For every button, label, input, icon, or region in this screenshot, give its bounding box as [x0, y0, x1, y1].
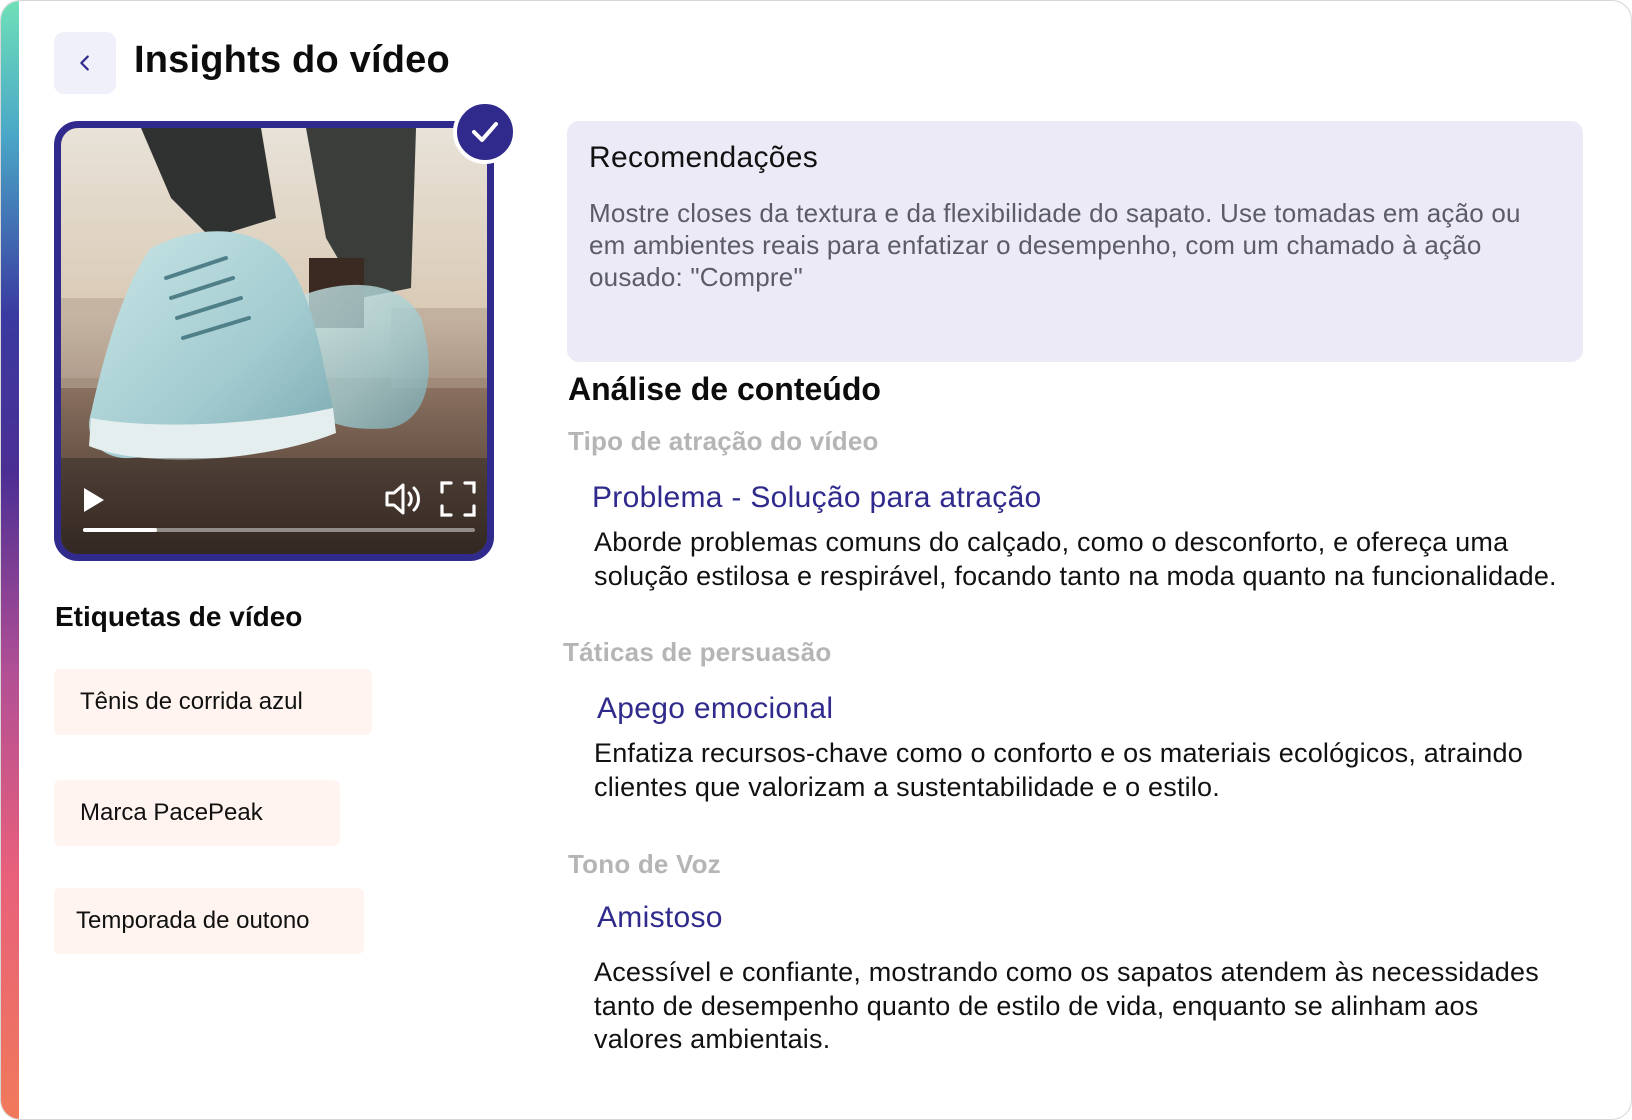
chevron-left-icon [80, 55, 89, 71]
persuasion-tactics-label: Táticas de persuasão [563, 637, 832, 667]
recommendations-title: Recomendações [589, 141, 819, 174]
play-icon[interactable] [81, 486, 107, 514]
checkmark-icon [472, 122, 498, 142]
video-tag[interactable]: Temporada de outono [54, 888, 364, 954]
video-insights-card: Insights do vídeo Etiquetas de vídeo Tên… [0, 0, 1632, 1120]
tone-of-voice-description: Acessível e confiante, mostrando como os… [594, 957, 1539, 1054]
persuasion-tactics-heading: Apego emocional [597, 692, 834, 725]
volume-icon[interactable] [383, 480, 423, 518]
video-progress-bar[interactable] [83, 528, 475, 532]
hook-type-description: Aborde problemas comuns do calçado, como… [594, 527, 1557, 591]
content-analysis-title: Análise de conteúdo [568, 371, 881, 407]
page-title: Insights do vídeo [134, 39, 450, 81]
gradient-accent-bar [1, 1, 19, 1119]
persuasion-tactics-description: Enfatiza recursos-chave como o conforto … [594, 738, 1523, 802]
recommendations-panel: Recomendações Mostre closes da textura e… [567, 121, 1583, 362]
video-progress-fill [83, 528, 158, 532]
video-player[interactable] [54, 121, 494, 561]
video-tag[interactable]: Tênis de corrida azul [54, 669, 372, 735]
fullscreen-icon[interactable] [439, 480, 477, 518]
hook-type-heading: Problema - Solução para atração [592, 481, 1042, 514]
tone-of-voice-heading: Amistoso [597, 901, 723, 934]
video-thumbnail [61, 128, 487, 554]
verified-badge [453, 100, 517, 164]
tone-of-voice-label: Tono de Voz [568, 849, 721, 879]
hook-type-label: Tipo de atração do vídeo [568, 426, 879, 456]
back-button[interactable] [54, 32, 116, 94]
recommendations-text: Mostre closes da textura e da flexibilid… [589, 198, 1521, 292]
video-tags-title: Etiquetas de vídeo [55, 601, 303, 632]
video-tag[interactable]: Marca PacePeak [54, 780, 340, 846]
